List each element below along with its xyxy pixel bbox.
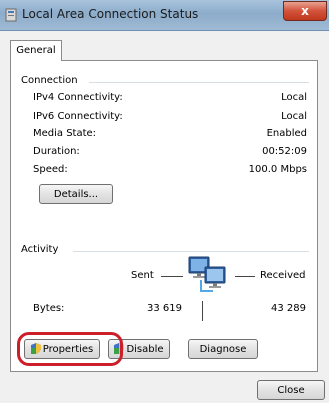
tab-general[interactable]: General bbox=[10, 40, 62, 61]
bytes-label: Bytes: bbox=[33, 303, 65, 314]
row-value: Enabled bbox=[266, 128, 307, 139]
row-value: Local bbox=[281, 92, 307, 103]
row-label: IPv6 Connectivity: bbox=[33, 111, 123, 122]
title-bar[interactable]: Local Area Connection Status x bbox=[0, 0, 329, 31]
activity-group-label: Activity bbox=[21, 244, 63, 255]
row-label: Media State: bbox=[33, 128, 97, 139]
disable-label: Disable bbox=[126, 344, 164, 355]
window-title: Local Area Connection Status bbox=[22, 7, 199, 21]
details-button[interactable]: Details... bbox=[39, 184, 113, 204]
row-value: Local bbox=[281, 111, 307, 122]
network-computers-icon bbox=[188, 256, 226, 292]
row-value: 00:52:09 bbox=[262, 146, 307, 157]
connection-row-media-state: Media State: Enabled bbox=[33, 128, 307, 142]
network-adapter-icon bbox=[5, 8, 17, 22]
sent-line bbox=[161, 276, 183, 277]
received-line bbox=[235, 276, 255, 277]
connection-row-duration: Duration: 00:52:09 bbox=[33, 146, 307, 160]
close-button[interactable]: Close bbox=[257, 380, 325, 400]
bytes-divider bbox=[202, 301, 203, 321]
close-icon[interactable]: x bbox=[283, 1, 327, 21]
bytes-sent-value: 33 619 bbox=[147, 303, 182, 314]
connection-group-label: Connection bbox=[21, 75, 82, 86]
activity-divider bbox=[73, 251, 309, 252]
row-label: Duration: bbox=[33, 146, 80, 157]
connection-row-speed: Speed: 100.0 Mbps bbox=[33, 164, 307, 178]
general-panel: Connection IPv4 Connectivity: Local IPv6… bbox=[10, 60, 318, 372]
connection-row-ipv4: IPv4 Connectivity: Local bbox=[33, 92, 307, 106]
connection-divider bbox=[89, 82, 309, 83]
row-value: 100.0 Mbps bbox=[248, 164, 307, 175]
row-label: Speed: bbox=[33, 164, 68, 175]
sent-label: Sent bbox=[131, 270, 154, 281]
connection-row-ipv6: IPv6 Connectivity: Local bbox=[33, 111, 307, 125]
properties-highlight-annotation bbox=[17, 332, 123, 366]
status-dialog: Local Area Connection Status x General C… bbox=[0, 0, 329, 403]
diagnose-button[interactable]: Diagnose bbox=[188, 339, 258, 359]
received-label: Received bbox=[260, 270, 306, 281]
bytes-received-value: 43 289 bbox=[271, 303, 306, 314]
row-label: IPv4 Connectivity: bbox=[33, 92, 123, 103]
